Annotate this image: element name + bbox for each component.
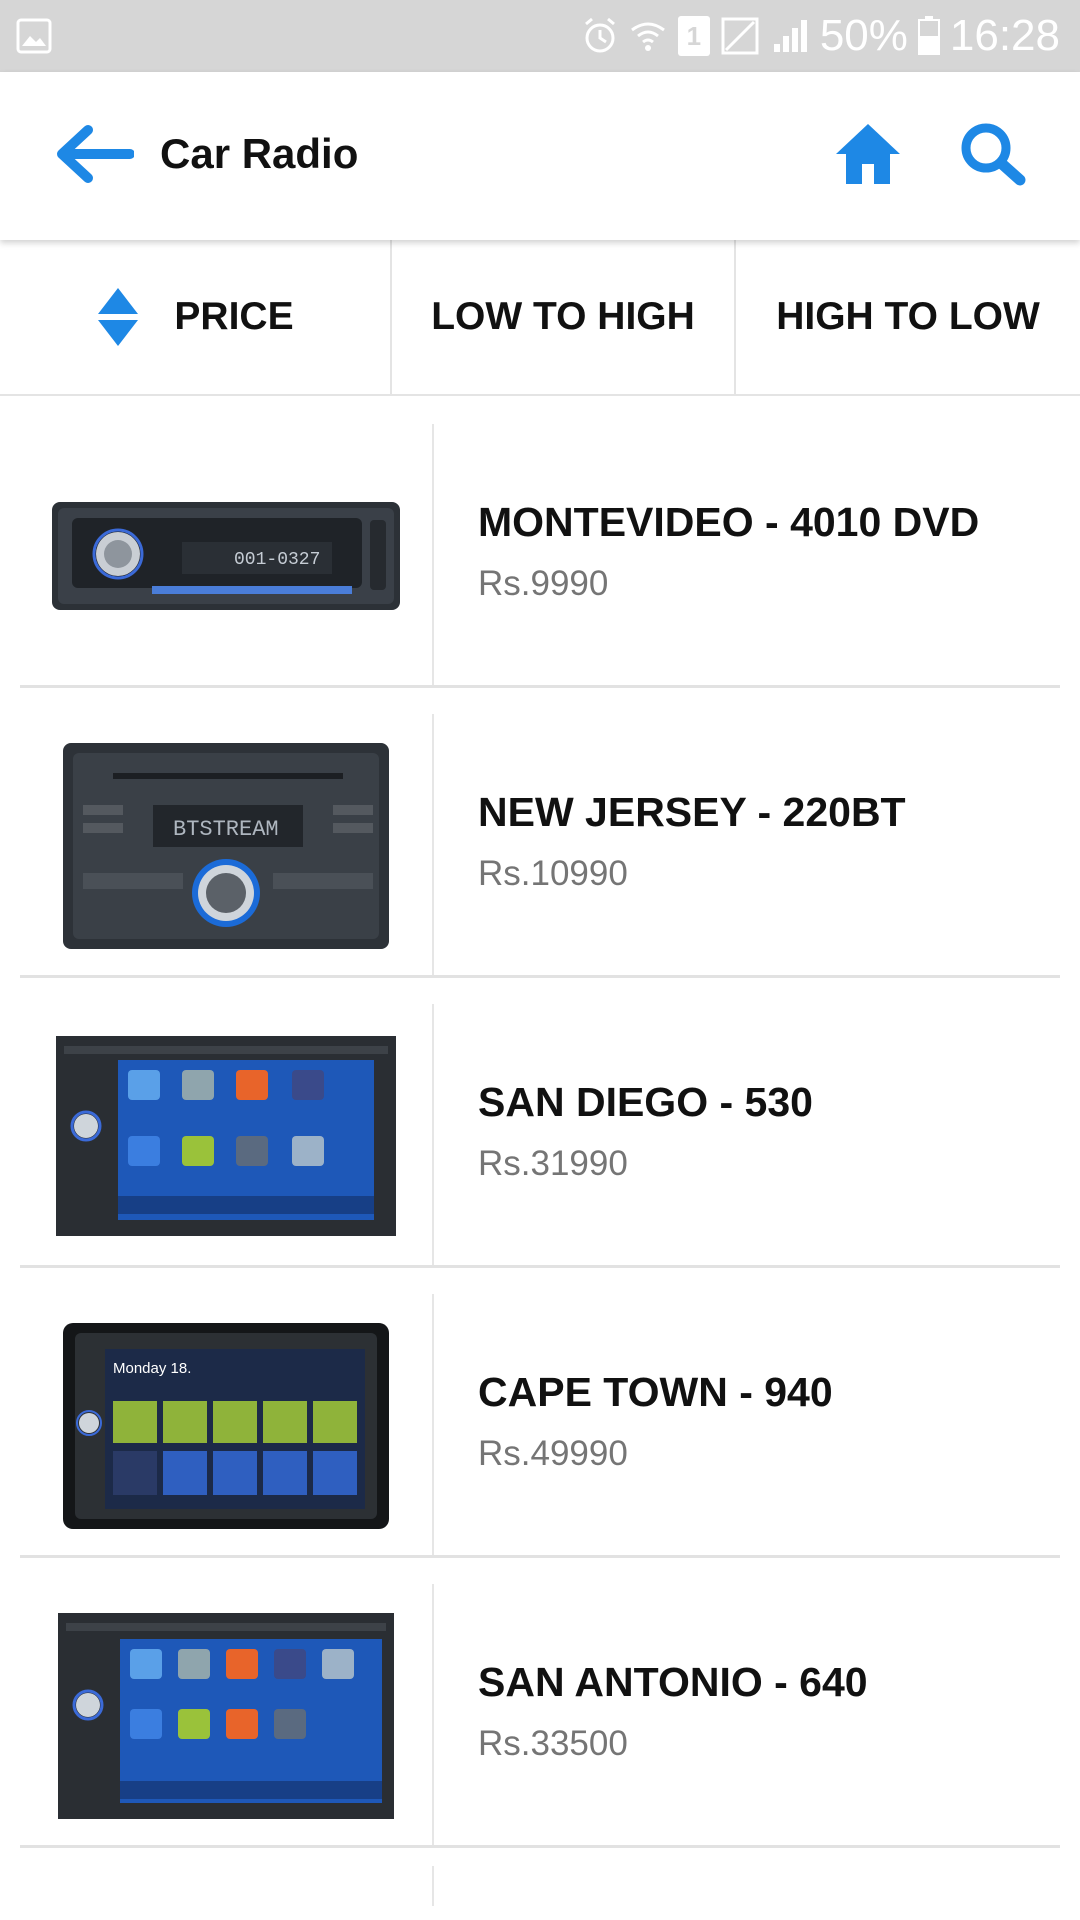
list-item[interactable]: SAN DIEGO - 530 Rs.31990 <box>0 976 1080 1268</box>
product-image: BTSTREAM <box>20 714 434 978</box>
gallery-icon <box>16 18 52 59</box>
sort-price-button[interactable]: PRICE <box>0 240 392 394</box>
sort-low-to-high-label: LOW TO HIGH <box>431 295 695 338</box>
wifi-icon <box>628 16 668 56</box>
battery-percent: 50% <box>819 11 908 60</box>
app-bar: Car Radio <box>0 72 1080 240</box>
sort-bar: PRICE LOW TO HIGH HIGH TO LOW <box>0 240 1080 396</box>
sort-high-to-low-button[interactable]: HIGH TO LOW <box>736 240 1080 394</box>
sort-up-down-icon <box>98 288 139 346</box>
product-image: Monday 18. <box>20 1294 434 1558</box>
product-price: Rs.10990 <box>478 853 628 893</box>
product-name: SAN DIEGO - 530 <box>478 1078 813 1125</box>
back-arrow-icon <box>57 125 135 183</box>
product-name: NEW JERSEY - 220BT <box>478 788 906 835</box>
clock: 16:28 <box>949 11 1060 60</box>
product-image: 001-0327 <box>20 424 434 688</box>
product-image-display-text: 001-0327 <box>234 550 320 570</box>
list-item[interactable]: Monday 18. CAPE TOWN - 940 Rs.49990 <box>0 1266 1080 1558</box>
product-price: Rs.33500 <box>478 1723 628 1763</box>
signal-icon <box>770 16 810 56</box>
no-signal-icon <box>720 16 760 56</box>
list-item[interactable]: BTSTREAM NEW JERSEY - 220BT Rs.10990 <box>0 686 1080 978</box>
sim-icon: 1 <box>677 16 710 56</box>
product-name: MONTEVIDEO - 4010 DVD <box>478 498 980 545</box>
alarm-icon <box>582 16 618 56</box>
product-image <box>20 1004 434 1268</box>
sort-high-to-low-label: HIGH TO LOW <box>776 295 1040 338</box>
product-name: CAPE TOWN - 940 <box>478 1368 833 1415</box>
sort-low-to-high-button[interactable]: LOW TO HIGH <box>392 240 736 394</box>
sort-price-label: PRICE <box>174 295 294 338</box>
home-icon <box>836 124 900 184</box>
product-list: 001-0327 MONTEVIDEO - 4010 DVD Rs.9990 B… <box>0 396 1080 1906</box>
status-bar: 1 50% 16:28 <box>0 0 1080 72</box>
search-icon <box>961 123 1026 186</box>
list-item[interactable]: 001-0327 MONTEVIDEO - 4010 DVD Rs.9990 <box>0 396 1080 688</box>
product-price: Rs.49990 <box>478 1433 628 1473</box>
list-item[interactable]: SAN ANTONIO - 640 Rs.33500 <box>0 1556 1080 1848</box>
product-image <box>20 1866 434 1906</box>
product-name: SAN ANTONIO - 640 <box>478 1658 868 1705</box>
product-image-day-text: Monday 18. <box>113 1360 191 1377</box>
battery-icon <box>917 16 940 56</box>
list-item[interactable] <box>0 1846 1080 1906</box>
product-image-display-text: BTSTREAM <box>173 817 279 842</box>
search-button[interactable] <box>956 116 1028 192</box>
back-button[interactable] <box>54 118 144 194</box>
page-title: Car Radio <box>160 130 359 177</box>
product-image <box>20 1584 434 1848</box>
home-button[interactable] <box>832 116 904 192</box>
product-price: Rs.31990 <box>478 1143 628 1183</box>
product-price: Rs.9990 <box>478 563 609 603</box>
